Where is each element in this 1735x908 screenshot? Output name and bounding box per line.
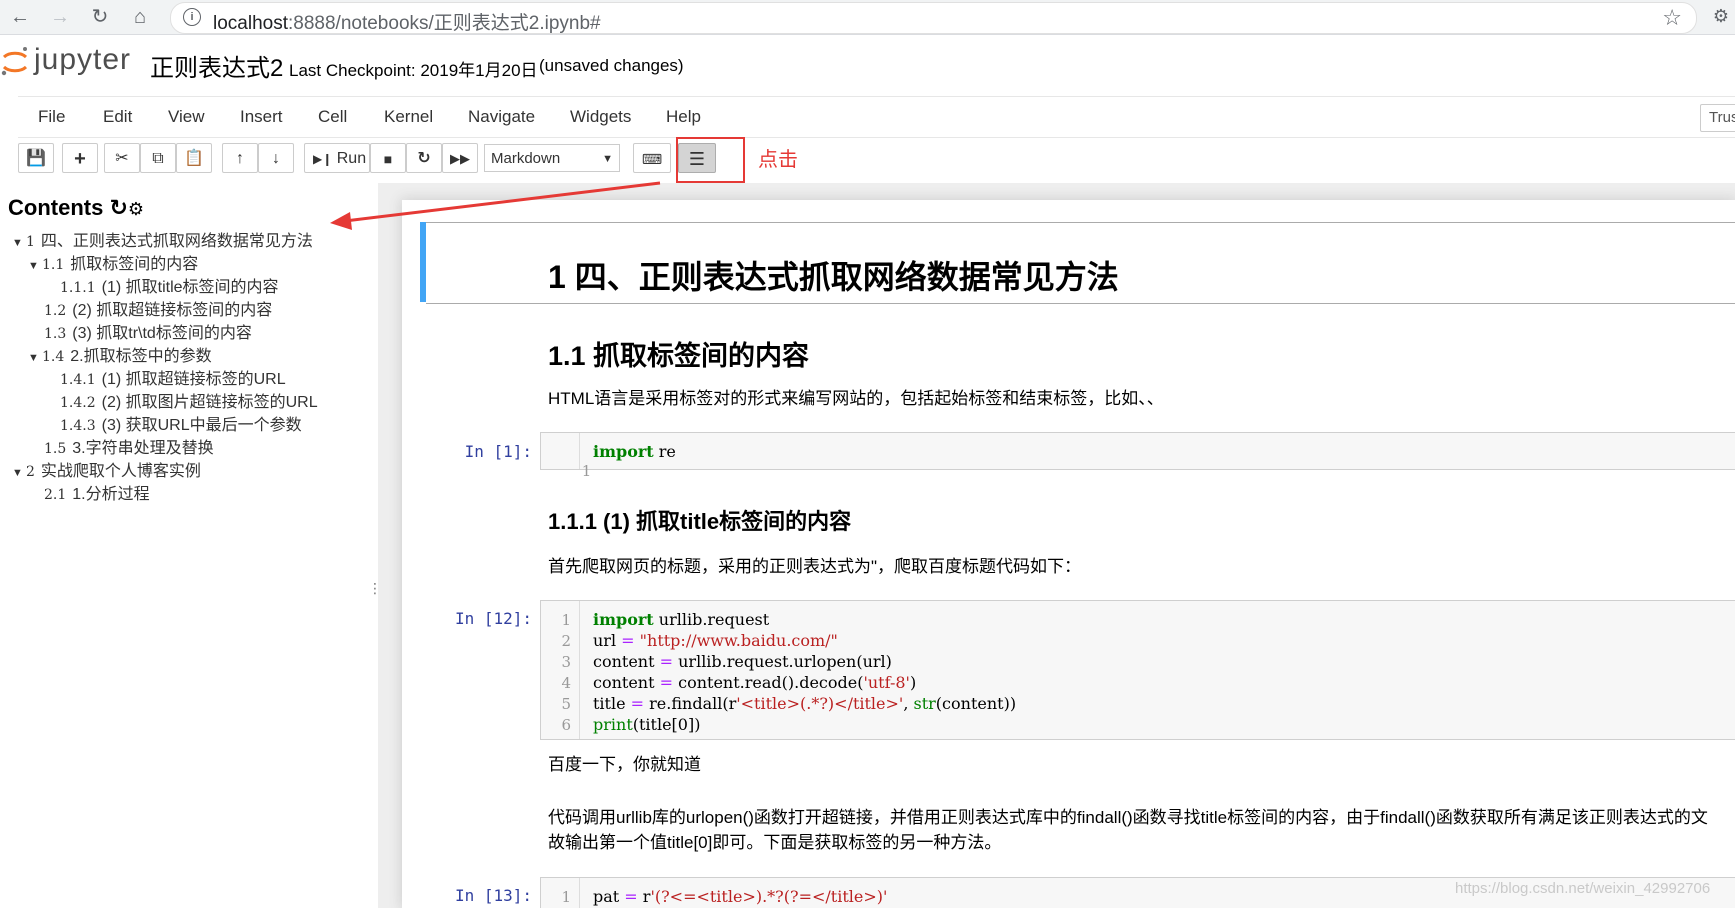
home-icon[interactable]: ⌂ (126, 3, 154, 31)
checkpoint-status: Last Checkpoint: 2019年1月20日 (289, 61, 538, 80)
expand-triangle-icon[interactable]: ▼ (12, 237, 26, 249)
bookmark-star-icon[interactable]: ☆ (1662, 5, 1682, 31)
expand-triangle-icon[interactable]: ▼ (28, 352, 42, 364)
menu-file[interactable]: File (38, 107, 65, 127)
cell-type-select[interactable]: Markdown ▼ (484, 144, 620, 172)
menubar: File Edit View Insert Cell Kernel Naviga… (18, 96, 1735, 138)
forward-arrow-icon[interactable]: → (46, 3, 74, 31)
url-text: localhost:8888/notebooks/正则表达式2.ipynb# (213, 13, 601, 34)
restart-run-all-icon[interactable]: ▶▶ (442, 143, 478, 173)
notebook-name[interactable]: 正则表达式2 (150, 48, 283, 83)
interrupt-icon[interactable]: ■ (370, 143, 406, 173)
toc-item[interactable]: 1.5 3.字符串处理及替换 (44, 434, 214, 458)
heading-3: 1.1.1 (1) 抓取title标签间的内容 (548, 509, 852, 534)
save-icon[interactable]: 💾 (18, 143, 54, 173)
selected-cell-indicator (420, 222, 426, 302)
toc-item[interactable]: ▼ 2 实战爬取个人博客实例 (12, 457, 201, 481)
menu-insert[interactable]: Insert (240, 107, 283, 127)
gear-icon[interactable]: ⚙ (128, 199, 144, 219)
menu-help[interactable]: Help (666, 107, 701, 127)
refresh-icon[interactable]: ↻ (109, 195, 127, 220)
run-button[interactable]: ▶❙ Run (304, 143, 370, 173)
toc-item[interactable]: 1.4.2 (2) 抓取图片超链接标签的URL (60, 388, 318, 412)
watermark: https://blog.csdn.net/weixin_42992706 (1455, 880, 1711, 897)
menu-edit[interactable]: Edit (103, 107, 132, 127)
autosave-status: (unsaved changes) (539, 56, 684, 75)
highlight-box (676, 137, 745, 183)
paste-icon[interactable]: 📋 (176, 143, 212, 173)
input-prompt: In [1]: (464, 442, 532, 461)
toc-item[interactable]: ▼ 1.1 抓取标签间的内容 (28, 250, 198, 274)
code-line: 4 content = content.read().decode('utf-8'… (561, 673, 917, 692)
move-up-icon[interactable]: ↑ (222, 143, 258, 173)
toc-item[interactable]: ▼ 1 四、正则表达式抓取网络数据常见方法 (12, 227, 313, 251)
toc-item[interactable]: 2.1 1.分析过程 (44, 480, 150, 504)
markdown-paragraph: 代码调用urllib库的urlopen()函数打开超链接，并借用正则表达式库中的… (548, 808, 1708, 827)
keyboard-icon[interactable]: ⌨ (633, 143, 671, 173)
menu-navigate[interactable]: Navigate (468, 107, 535, 127)
trusted-indicator[interactable]: Trus (1700, 104, 1735, 132)
browser-toolbar: ← → ↻ ⌂ i localhost:8888/notebooks/正则表达式… (0, 0, 1735, 35)
menu-kernel[interactable]: Kernel (384, 107, 433, 127)
menu-cell[interactable]: Cell (318, 107, 347, 127)
expand-triangle-icon[interactable]: ▼ (28, 260, 42, 272)
notebook-header: jupyter 正则表达式2 Last Checkpoint: 2019年1月2… (0, 35, 1735, 95)
expand-triangle-icon[interactable]: ▼ (12, 467, 26, 479)
code-line: 5 title = re.findall(r'<title>(.*?)</titl… (561, 694, 1017, 713)
toc-sidebar: Contents ↻⚙ ▼ 1 四、正则表达式抓取网络数据常见方法 ▼ 1.1 抓取标签… (0, 183, 376, 908)
toc-item[interactable]: 1.4.3 (3) 获取URL中最后一个参数 (60, 411, 302, 435)
notebook-toolbar: 💾 + ✂ ⧉ 📋 ↑ ↓ ▶❙ Run ■ ↻ ▶▶ Markdown ▼ ⌨ … (0, 137, 1735, 181)
cell-output: 百度一下，你就知道 (548, 755, 701, 774)
address-bar[interactable]: i localhost:8888/notebooks/正则表达式2.ipynb#… (170, 2, 1697, 34)
code-cell[interactable]: 1 import urllib.request 2 url = "http://ww… (540, 600, 1735, 740)
code-line: 3 content = urllib.request.urlopen(url) (561, 652, 892, 671)
step-forward-icon: ▶❙ (313, 152, 333, 166)
run-label: Run (336, 150, 367, 167)
markdown-paragraph: 首先爬取网页的标题，采用的正则表达式为"，爬取百度标题代码如下： (548, 557, 1082, 576)
toc-item[interactable]: 1.4.1 (1) 抓取超链接标签的URL (60, 365, 286, 389)
toc-item[interactable]: 1.3 (3) 抓取tr\td标签间的内容 (44, 319, 252, 343)
extension-icon[interactable]: ⚙ (1713, 6, 1729, 27)
click-annotation: 点击 (758, 149, 798, 171)
toc-item[interactable]: 1.1.1 (1) 抓取title标签间的内容 (60, 273, 279, 297)
jupyter-logo-text: jupyter (34, 43, 132, 76)
heading-2: 1.1 抓取标签间的内容 (548, 341, 810, 371)
move-down-icon[interactable]: ↓ (258, 143, 294, 173)
code-line: 1 import urllib.request (561, 610, 770, 629)
markdown-paragraph: 故输出第一个值title[0]即可。下面是获取标签的另一种方法。 (548, 833, 1002, 852)
toc-item[interactable]: ▼ 1.4 2.抓取标签中的参数 (28, 342, 212, 366)
input-prompt: In [12]: (454, 609, 532, 628)
back-arrow-icon[interactable]: ← (6, 3, 34, 31)
heading-1: 1 四、正则表达式抓取网络数据常见方法 (548, 259, 1119, 295)
reload-icon[interactable]: ↻ (86, 3, 114, 31)
info-icon[interactable]: i (183, 8, 201, 26)
input-prompt: In [13]: (454, 886, 532, 905)
code-cell[interactable]: 1 import re (540, 432, 1735, 480)
code-line: 2 url = "http://www.baidu.com/" (561, 631, 838, 650)
cut-icon[interactable]: ✂ (104, 143, 140, 173)
add-cell-icon[interactable]: + (62, 143, 98, 173)
jupyter-logo-icon[interactable] (0, 45, 30, 77)
restart-icon[interactable]: ↻ (406, 143, 442, 173)
menu-widgets[interactable]: Widgets (570, 107, 631, 127)
code-line: 1 pat = r'(?<=<title>).*?(?=</title>)' (561, 887, 888, 906)
markdown-paragraph: HTML语言是采用标签对的形式来编写网站的，包括起始标签和结束标签，比如、、 (548, 389, 1164, 408)
menu-view[interactable]: View (168, 107, 205, 127)
copy-icon[interactable]: ⧉ (140, 143, 176, 173)
toc-item[interactable]: 1.2 (2) 抓取超链接标签间的内容 (44, 296, 272, 320)
toc-title: Contents ↻⚙ (8, 195, 145, 220)
caret-down-icon: ▼ (602, 153, 613, 165)
code-line: 6 print(title[0]) (561, 715, 701, 734)
